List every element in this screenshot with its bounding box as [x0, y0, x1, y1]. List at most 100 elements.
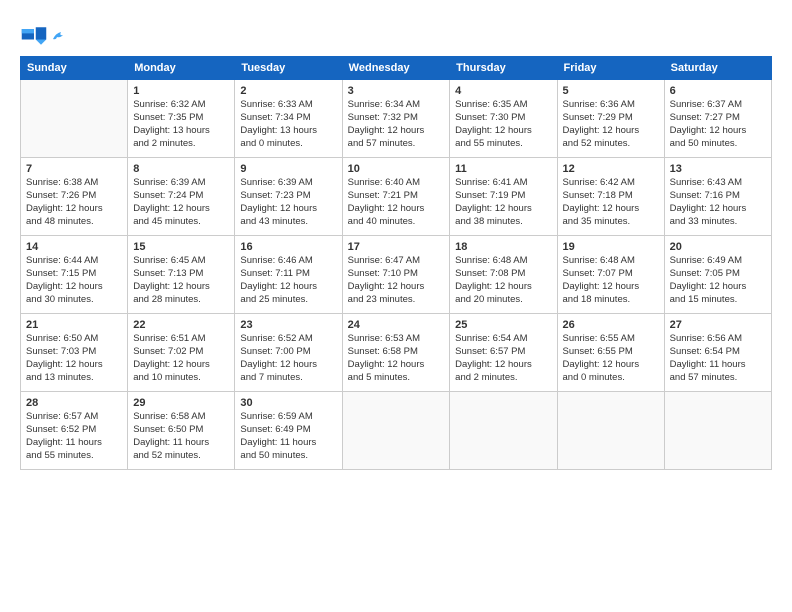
calendar-cell: 14Sunrise: 6:44 AM Sunset: 7:15 PM Dayli…	[21, 236, 128, 314]
day-number: 20	[670, 240, 766, 254]
calendar-cell: 18Sunrise: 6:48 AM Sunset: 7:08 PM Dayli…	[450, 236, 557, 314]
day-info: Sunrise: 6:33 AM Sunset: 7:34 PM Dayligh…	[240, 99, 336, 150]
day-info: Sunrise: 6:56 AM Sunset: 6:54 PM Dayligh…	[670, 333, 766, 384]
day-info: Sunrise: 6:48 AM Sunset: 7:08 PM Dayligh…	[455, 255, 551, 306]
day-number: 23	[240, 318, 336, 332]
calendar-cell	[342, 392, 450, 470]
calendar-cell: 19Sunrise: 6:48 AM Sunset: 7:07 PM Dayli…	[557, 236, 664, 314]
day-number: 8	[133, 162, 229, 176]
calendar-header-saturday: Saturday	[664, 57, 771, 80]
day-info: Sunrise: 6:47 AM Sunset: 7:10 PM Dayligh…	[348, 255, 445, 306]
calendar-week-row: 14Sunrise: 6:44 AM Sunset: 7:15 PM Dayli…	[21, 236, 772, 314]
day-number: 15	[133, 240, 229, 254]
day-info: Sunrise: 6:38 AM Sunset: 7:26 PM Dayligh…	[26, 177, 122, 228]
day-number: 14	[26, 240, 122, 254]
day-number: 4	[455, 84, 551, 98]
day-info: Sunrise: 6:44 AM Sunset: 7:15 PM Dayligh…	[26, 255, 122, 306]
calendar-header-row: SundayMondayTuesdayWednesdayThursdayFrid…	[21, 57, 772, 80]
day-info: Sunrise: 6:46 AM Sunset: 7:11 PM Dayligh…	[240, 255, 336, 306]
calendar-cell: 27Sunrise: 6:56 AM Sunset: 6:54 PM Dayli…	[664, 314, 771, 392]
calendar-cell: 6Sunrise: 6:37 AM Sunset: 7:27 PM Daylig…	[664, 80, 771, 158]
day-info: Sunrise: 6:41 AM Sunset: 7:19 PM Dayligh…	[455, 177, 551, 228]
header	[20, 18, 772, 50]
day-info: Sunrise: 6:43 AM Sunset: 7:16 PM Dayligh…	[670, 177, 766, 228]
calendar-table: SundayMondayTuesdayWednesdayThursdayFrid…	[20, 56, 772, 470]
calendar-cell: 28Sunrise: 6:57 AM Sunset: 6:52 PM Dayli…	[21, 392, 128, 470]
calendar-header-monday: Monday	[128, 57, 235, 80]
day-number: 2	[240, 84, 336, 98]
day-info: Sunrise: 6:54 AM Sunset: 6:57 PM Dayligh…	[455, 333, 551, 384]
calendar-cell	[450, 392, 557, 470]
calendar-cell: 11Sunrise: 6:41 AM Sunset: 7:19 PM Dayli…	[450, 158, 557, 236]
day-number: 25	[455, 318, 551, 332]
logo-icon	[20, 22, 48, 50]
day-info: Sunrise: 6:34 AM Sunset: 7:32 PM Dayligh…	[348, 99, 445, 150]
calendar-cell: 15Sunrise: 6:45 AM Sunset: 7:13 PM Dayli…	[128, 236, 235, 314]
day-number: 24	[348, 318, 445, 332]
calendar-header-tuesday: Tuesday	[235, 57, 342, 80]
day-number: 17	[348, 240, 445, 254]
calendar-cell: 7Sunrise: 6:38 AM Sunset: 7:26 PM Daylig…	[21, 158, 128, 236]
calendar-cell: 24Sunrise: 6:53 AM Sunset: 6:58 PM Dayli…	[342, 314, 450, 392]
day-number: 30	[240, 396, 336, 410]
calendar-cell: 25Sunrise: 6:54 AM Sunset: 6:57 PM Dayli…	[450, 314, 557, 392]
calendar-cell: 26Sunrise: 6:55 AM Sunset: 6:55 PM Dayli…	[557, 314, 664, 392]
day-number: 29	[133, 396, 229, 410]
page: SundayMondayTuesdayWednesdayThursdayFrid…	[0, 0, 792, 612]
calendar-cell: 29Sunrise: 6:58 AM Sunset: 6:50 PM Dayli…	[128, 392, 235, 470]
calendar-header-friday: Friday	[557, 57, 664, 80]
day-number: 12	[563, 162, 659, 176]
day-number: 5	[563, 84, 659, 98]
calendar-week-row: 28Sunrise: 6:57 AM Sunset: 6:52 PM Dayli…	[21, 392, 772, 470]
calendar-cell: 5Sunrise: 6:36 AM Sunset: 7:29 PM Daylig…	[557, 80, 664, 158]
day-info: Sunrise: 6:40 AM Sunset: 7:21 PM Dayligh…	[348, 177, 445, 228]
day-info: Sunrise: 6:39 AM Sunset: 7:23 PM Dayligh…	[240, 177, 336, 228]
day-info: Sunrise: 6:57 AM Sunset: 6:52 PM Dayligh…	[26, 411, 122, 462]
day-number: 27	[670, 318, 766, 332]
calendar-cell: 22Sunrise: 6:51 AM Sunset: 7:02 PM Dayli…	[128, 314, 235, 392]
day-info: Sunrise: 6:52 AM Sunset: 7:00 PM Dayligh…	[240, 333, 336, 384]
logo-bird-icon	[51, 29, 65, 43]
day-info: Sunrise: 6:32 AM Sunset: 7:35 PM Dayligh…	[133, 99, 229, 150]
day-info: Sunrise: 6:42 AM Sunset: 7:18 PM Dayligh…	[563, 177, 659, 228]
calendar-cell: 10Sunrise: 6:40 AM Sunset: 7:21 PM Dayli…	[342, 158, 450, 236]
day-number: 10	[348, 162, 445, 176]
calendar-week-row: 7Sunrise: 6:38 AM Sunset: 7:26 PM Daylig…	[21, 158, 772, 236]
day-info: Sunrise: 6:55 AM Sunset: 6:55 PM Dayligh…	[563, 333, 659, 384]
day-number: 19	[563, 240, 659, 254]
day-number: 9	[240, 162, 336, 176]
calendar-cell: 4Sunrise: 6:35 AM Sunset: 7:30 PM Daylig…	[450, 80, 557, 158]
day-number: 1	[133, 84, 229, 98]
calendar-cell: 20Sunrise: 6:49 AM Sunset: 7:05 PM Dayli…	[664, 236, 771, 314]
day-number: 16	[240, 240, 336, 254]
day-info: Sunrise: 6:48 AM Sunset: 7:07 PM Dayligh…	[563, 255, 659, 306]
day-info: Sunrise: 6:36 AM Sunset: 7:29 PM Dayligh…	[563, 99, 659, 150]
calendar-cell: 12Sunrise: 6:42 AM Sunset: 7:18 PM Dayli…	[557, 158, 664, 236]
calendar-cell	[664, 392, 771, 470]
calendar-cell: 23Sunrise: 6:52 AM Sunset: 7:00 PM Dayli…	[235, 314, 342, 392]
day-number: 3	[348, 84, 445, 98]
calendar-cell	[21, 80, 128, 158]
day-number: 11	[455, 162, 551, 176]
calendar-header-sunday: Sunday	[21, 57, 128, 80]
day-number: 22	[133, 318, 229, 332]
day-number: 28	[26, 396, 122, 410]
logo	[20, 22, 66, 50]
day-info: Sunrise: 6:35 AM Sunset: 7:30 PM Dayligh…	[455, 99, 551, 150]
calendar-cell: 21Sunrise: 6:50 AM Sunset: 7:03 PM Dayli…	[21, 314, 128, 392]
calendar-header-wednesday: Wednesday	[342, 57, 450, 80]
calendar-cell: 2Sunrise: 6:33 AM Sunset: 7:34 PM Daylig…	[235, 80, 342, 158]
day-number: 18	[455, 240, 551, 254]
day-info: Sunrise: 6:50 AM Sunset: 7:03 PM Dayligh…	[26, 333, 122, 384]
day-info: Sunrise: 6:59 AM Sunset: 6:49 PM Dayligh…	[240, 411, 336, 462]
day-number: 26	[563, 318, 659, 332]
day-info: Sunrise: 6:37 AM Sunset: 7:27 PM Dayligh…	[670, 99, 766, 150]
day-number: 13	[670, 162, 766, 176]
calendar-cell: 17Sunrise: 6:47 AM Sunset: 7:10 PM Dayli…	[342, 236, 450, 314]
calendar-cell: 1Sunrise: 6:32 AM Sunset: 7:35 PM Daylig…	[128, 80, 235, 158]
day-number: 21	[26, 318, 122, 332]
day-number: 6	[670, 84, 766, 98]
day-info: Sunrise: 6:51 AM Sunset: 7:02 PM Dayligh…	[133, 333, 229, 384]
calendar-cell: 13Sunrise: 6:43 AM Sunset: 7:16 PM Dayli…	[664, 158, 771, 236]
day-info: Sunrise: 6:45 AM Sunset: 7:13 PM Dayligh…	[133, 255, 229, 306]
